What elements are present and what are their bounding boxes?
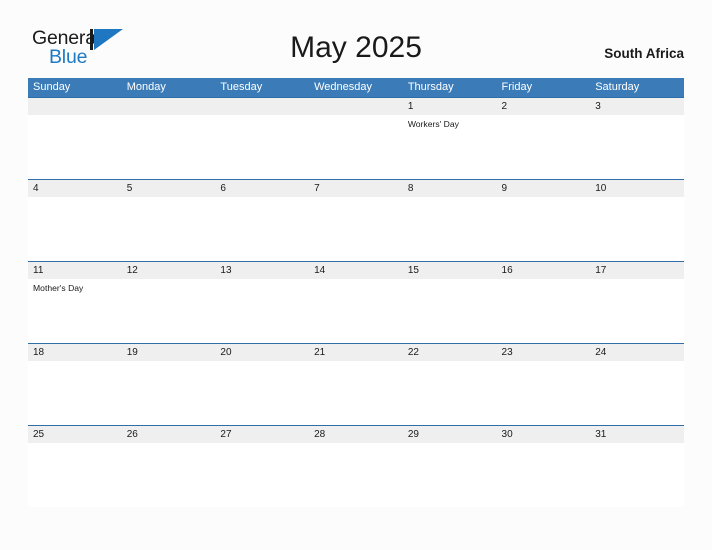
day-events	[309, 361, 403, 425]
week-events-strip	[28, 361, 684, 425]
day-number[interactable]: 25	[28, 426, 122, 443]
day-number[interactable]: 1	[403, 98, 497, 115]
day-events	[497, 197, 591, 261]
weekday-header-row: Sunday Monday Tuesday Wednesday Thursday…	[28, 78, 684, 97]
day-number[interactable]	[309, 98, 403, 115]
day-number[interactable]: 9	[497, 180, 591, 197]
day-number[interactable]: 18	[28, 344, 122, 361]
day-events	[403, 443, 497, 507]
day-number[interactable]: 10	[590, 180, 684, 197]
day-number[interactable]: 29	[403, 426, 497, 443]
day-number[interactable]: 24	[590, 344, 684, 361]
week-date-strip: 11 12 13 14 15 16 17	[28, 262, 684, 279]
day-events	[590, 443, 684, 507]
day-events	[122, 361, 216, 425]
day-events	[215, 443, 309, 507]
week-row: 11 12 13 14 15 16 17 Mother's Day	[28, 261, 684, 343]
day-number[interactable]: 28	[309, 426, 403, 443]
page-header: General Blue May 2025 South Africa	[0, 0, 712, 78]
weekday-header-wednesday: Wednesday	[314, 81, 372, 93]
day-events	[122, 443, 216, 507]
day-number[interactable]	[215, 98, 309, 115]
day-events	[28, 361, 122, 425]
day-events	[497, 443, 591, 507]
day-number[interactable]: 17	[590, 262, 684, 279]
day-number[interactable]: 12	[122, 262, 216, 279]
day-number[interactable]: 7	[309, 180, 403, 197]
day-number[interactable]: 13	[215, 262, 309, 279]
week-date-strip: 25 26 27 28 29 30 31	[28, 426, 684, 443]
day-number[interactable]: 16	[497, 262, 591, 279]
weekday-header-tuesday: Tuesday	[220, 81, 263, 93]
day-events	[122, 197, 216, 261]
weekday-header-sunday: Sunday	[33, 81, 71, 93]
region-label: South Africa	[604, 46, 684, 61]
day-number[interactable]: 30	[497, 426, 591, 443]
day-number[interactable]: 21	[309, 344, 403, 361]
day-events	[590, 279, 684, 343]
day-events	[122, 279, 216, 343]
calendar-page: General Blue May 2025 South Africa Sunda…	[0, 0, 712, 550]
day-number[interactable]: 31	[590, 426, 684, 443]
day-events	[28, 197, 122, 261]
day-number[interactable]: 15	[403, 262, 497, 279]
day-events	[590, 115, 684, 179]
day-number[interactable]: 20	[215, 344, 309, 361]
day-number[interactable]: 4	[28, 180, 122, 197]
week-events-strip: Workers' Day	[28, 115, 684, 179]
week-row: 4 5 6 7 8 9 10	[28, 179, 684, 261]
week-events-strip: Mother's Day	[28, 279, 684, 343]
day-number[interactable]: 14	[309, 262, 403, 279]
day-events	[122, 115, 216, 179]
day-number[interactable]: 19	[122, 344, 216, 361]
weekday-header-monday: Monday	[126, 81, 166, 93]
week-row: 25 26 27 28 29 30 31	[28, 425, 684, 507]
day-number[interactable]: 3	[590, 98, 684, 115]
day-number[interactable]: 5	[122, 180, 216, 197]
day-number[interactable]: 26	[122, 426, 216, 443]
day-events	[497, 361, 591, 425]
day-events: Mother's Day	[28, 279, 122, 343]
day-number[interactable]	[122, 98, 216, 115]
week-row: 18 19 20 21 22 23 24	[28, 343, 684, 425]
day-number[interactable]: 27	[215, 426, 309, 443]
day-events	[28, 443, 122, 507]
day-events	[590, 197, 684, 261]
day-events	[215, 197, 309, 261]
week-date-strip: 4 5 6 7 8 9 10	[28, 180, 684, 197]
day-number[interactable]	[28, 98, 122, 115]
day-number[interactable]: 22	[403, 344, 497, 361]
day-events	[215, 279, 309, 343]
weekday-header-friday: Friday	[501, 81, 533, 93]
day-events	[309, 279, 403, 343]
weekday-header-saturday: Saturday	[595, 81, 640, 93]
day-events	[497, 279, 591, 343]
week-row: 1 2 3 Workers' Day	[28, 97, 684, 179]
day-events	[28, 115, 122, 179]
week-events-strip	[28, 197, 684, 261]
day-events	[403, 197, 497, 261]
day-number[interactable]: 8	[403, 180, 497, 197]
calendar-grid: Sunday Monday Tuesday Wednesday Thursday…	[28, 78, 684, 507]
day-events	[215, 361, 309, 425]
day-events	[309, 197, 403, 261]
day-events	[403, 279, 497, 343]
week-date-strip: 18 19 20 21 22 23 24	[28, 344, 684, 361]
day-events	[497, 115, 591, 179]
day-number[interactable]: 11	[28, 262, 122, 279]
day-events	[309, 115, 403, 179]
week-events-strip	[28, 443, 684, 507]
day-number[interactable]: 6	[215, 180, 309, 197]
week-date-strip: 1 2 3	[28, 98, 684, 115]
day-number[interactable]: 23	[497, 344, 591, 361]
day-events	[590, 361, 684, 425]
weekday-header-thursday: Thursday	[407, 81, 454, 93]
day-events	[403, 361, 497, 425]
day-events	[215, 115, 309, 179]
day-number[interactable]: 2	[497, 98, 591, 115]
event-label: Mother's Day	[33, 283, 84, 293]
day-events	[309, 443, 403, 507]
day-events: Workers' Day	[403, 115, 497, 179]
event-label: Workers' Day	[407, 119, 459, 129]
